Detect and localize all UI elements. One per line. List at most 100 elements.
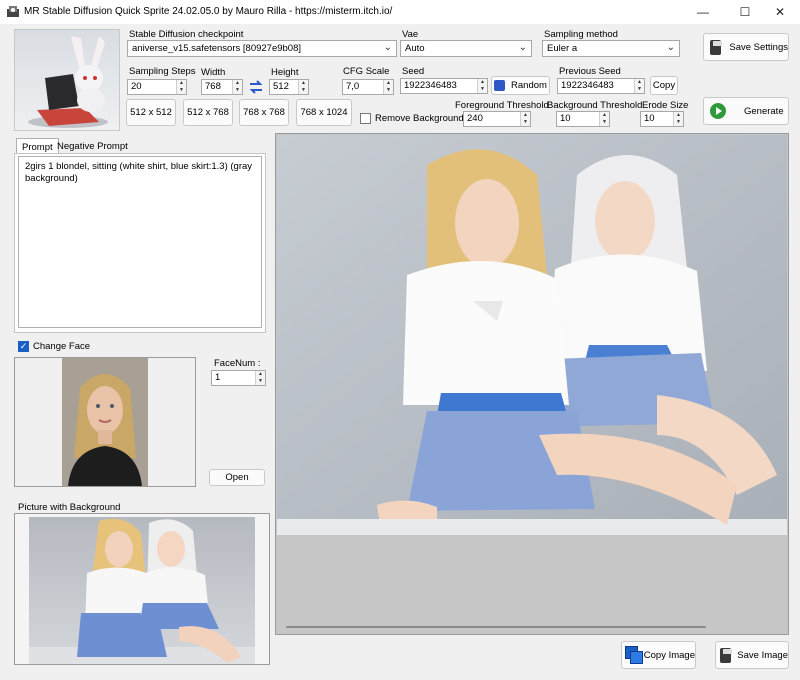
chevron-down-icon: ⌄ xyxy=(518,42,527,53)
random-seed-button[interactable]: Random xyxy=(491,76,550,95)
stepper-icon[interactable]: ▲ ▼ xyxy=(383,80,393,94)
stepper-icon[interactable]: ▲ ▼ xyxy=(520,112,530,126)
picture-with-background-box xyxy=(14,513,270,665)
prompt-textarea[interactable]: 2girs 1 blondel, sitting (white shirt, b… xyxy=(18,156,262,328)
open-face-label: Open xyxy=(225,472,249,483)
copy-seed-button[interactable]: Copy xyxy=(650,76,678,95)
cfg-scale-label: CFG Scale xyxy=(343,66,390,77)
save-settings-label: Save Settings xyxy=(729,41,788,53)
width-value: 768 xyxy=(205,81,221,92)
vae-value: Auto xyxy=(405,43,425,54)
sampling-method-label: Sampling method xyxy=(544,29,618,40)
width-label: Width xyxy=(201,67,226,78)
vae-label: Vae xyxy=(402,29,419,40)
copy-image-button[interactable]: Copy Image xyxy=(621,641,696,669)
cfg-scale-input[interactable]: 7,0 ▲ ▼ xyxy=(342,79,394,95)
previous-seed-value: 1922346483 xyxy=(561,80,614,91)
preset-label: 768 x 1024 xyxy=(300,107,348,118)
remove-background-label: Remove Background xyxy=(375,113,464,124)
sampling-steps-input[interactable]: 20 ▲ ▼ xyxy=(127,79,187,95)
sampling-method-value: Euler a xyxy=(547,43,578,54)
main-image-panel xyxy=(275,133,789,635)
remove-background-checkbox[interactable] xyxy=(360,113,371,124)
app-icon xyxy=(6,5,20,19)
chevron-down-icon: ⌄ xyxy=(383,42,392,53)
maximize-icon: ☐ xyxy=(739,5,751,19)
stepper-icon[interactable]: ▲ ▼ xyxy=(255,371,265,385)
preset-768x768-button[interactable]: 768 x 768 xyxy=(239,99,289,126)
preset-512x768-button[interactable]: 512 x 768 xyxy=(183,99,233,126)
preset-768x1024-button[interactable]: 768 x 1024 xyxy=(296,99,352,126)
close-icon: ✕ xyxy=(774,5,786,19)
save-image-button[interactable]: Save Image xyxy=(715,641,789,669)
save-image-label: Save Image xyxy=(737,649,788,661)
checkpoint-value: aniverse_v15.safetensors [80927e9b08] xyxy=(132,43,302,54)
stepper-icon[interactable]: ▲ ▼ xyxy=(634,79,644,93)
minimize-icon: — xyxy=(697,5,709,19)
stepper-icon[interactable]: ▲ ▼ xyxy=(232,80,242,94)
dice-icon xyxy=(494,80,506,91)
height-input[interactable]: 512 ▲ ▼ xyxy=(269,79,309,95)
erode-size-input[interactable]: 10 ▲ ▼ xyxy=(640,111,684,127)
height-value: 512 xyxy=(273,81,289,92)
stepper-icon[interactable]: ▲ ▼ xyxy=(298,80,308,94)
seed-value: 1922346483 xyxy=(404,80,457,91)
generate-label: Generate xyxy=(744,105,784,117)
previous-seed-input[interactable]: 1922346483 ▲ ▼ xyxy=(557,78,645,94)
preset-label: 512 x 768 xyxy=(187,107,229,118)
stepper-icon[interactable]: ▲ ▼ xyxy=(599,112,609,126)
cfg-scale-value: 7,0 xyxy=(346,81,360,92)
erode-size-label: Erode Size xyxy=(642,100,689,111)
tab-negative-prompt-label: Negative Prompt xyxy=(57,141,128,152)
seed-label: Seed xyxy=(402,66,425,77)
background-threshold-input[interactable]: 10 ▲ ▼ xyxy=(556,111,610,127)
stepper-icon[interactable]: ▲ ▼ xyxy=(176,80,186,94)
face-picture-box xyxy=(14,357,196,487)
checkpoint-select[interactable]: aniverse_v15.safetensors [80927e9b08] ⌄ xyxy=(127,40,397,57)
preset-label: 512 x 512 xyxy=(130,107,172,118)
save-settings-button[interactable]: Save Settings xyxy=(703,33,789,61)
face-image xyxy=(62,358,148,486)
erode-size-value: 10 xyxy=(644,113,655,124)
background-preview-image xyxy=(29,517,255,664)
background-threshold-label: Background Threshold xyxy=(547,100,643,111)
facenum-input[interactable]: 1 ▲ ▼ xyxy=(211,370,266,386)
height-label: Height xyxy=(271,67,299,78)
seed-input[interactable]: 1922346483 ▲ ▼ xyxy=(400,78,488,94)
app-logo-image xyxy=(14,29,120,131)
image-horizontal-scrollbar[interactable] xyxy=(286,626,706,628)
generated-image xyxy=(277,135,787,535)
copy-icon xyxy=(625,646,643,664)
open-face-button[interactable]: Open xyxy=(209,469,265,486)
preset-512x512-button[interactable]: 512 x 512 xyxy=(126,99,176,126)
sampling-steps-label: Sampling Steps xyxy=(129,66,196,77)
sampling-method-select[interactable]: Euler a ⌄ xyxy=(542,40,680,57)
stepper-icon[interactable]: ▲ ▼ xyxy=(673,112,683,126)
generate-button[interactable]: Generate xyxy=(703,97,789,125)
play-icon xyxy=(710,103,726,119)
change-face-label: Change Face xyxy=(33,341,91,352)
stepper-icon[interactable]: ▲ ▼ xyxy=(477,79,487,93)
chevron-down-icon: ⌄ xyxy=(666,42,675,53)
foreground-threshold-value: 240 xyxy=(467,113,483,124)
close-button[interactable]: ✕ xyxy=(760,0,800,24)
minimize-button[interactable]: — xyxy=(683,0,723,24)
foreground-threshold-label: Foreground Threshold xyxy=(455,100,549,111)
random-seed-label: Random xyxy=(511,80,547,91)
foreground-threshold-input[interactable]: 240 ▲ ▼ xyxy=(463,111,531,127)
vae-select[interactable]: Auto ⌄ xyxy=(400,40,532,57)
window-title: MR Stable Diffusion Quick Sprite 24.02.0… xyxy=(24,6,393,17)
width-input[interactable]: 768 ▲ ▼ xyxy=(201,79,243,95)
maximize-button[interactable]: ☐ xyxy=(725,0,765,24)
previous-seed-label: Previous Seed xyxy=(559,66,621,77)
copy-seed-label: Copy xyxy=(652,80,676,91)
tab-prompt-label: Prompt xyxy=(22,142,53,153)
copy-image-label: Copy Image xyxy=(643,649,695,661)
prompt-text: 2girs 1 blondel, sitting (white shirt, b… xyxy=(25,161,253,184)
title-bar: MR Stable Diffusion Quick Sprite 24.02.0… xyxy=(0,0,800,24)
checkpoint-label: Stable Diffusion checkpoint xyxy=(129,29,244,40)
floppy-disk-icon xyxy=(710,39,722,55)
change-face-checkbox[interactable]: ✓ xyxy=(18,341,29,352)
swap-dimensions-icon[interactable] xyxy=(248,79,264,95)
tab-negative-prompt[interactable]: Negative Prompt xyxy=(52,138,133,154)
